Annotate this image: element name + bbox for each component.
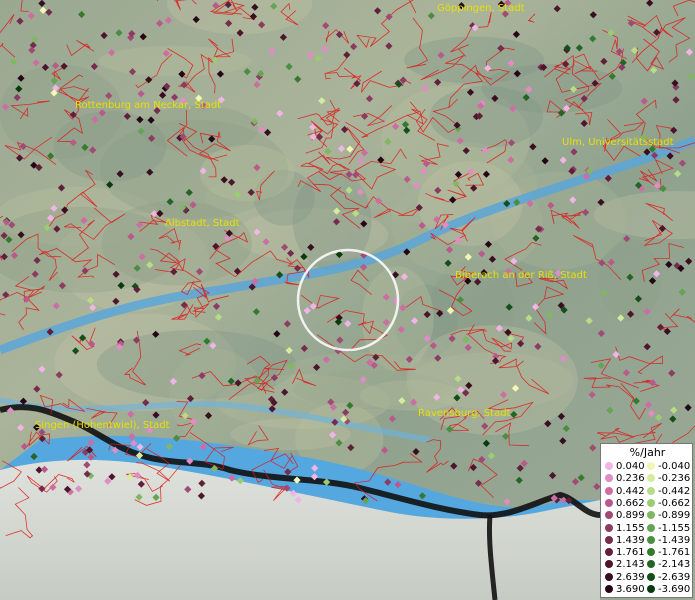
legend-swatch-negative xyxy=(647,462,655,470)
legend-row: 3.690 -3.690 xyxy=(601,584,694,595)
legend-swatch-negative xyxy=(647,572,655,581)
city-label-goeppingen: Göppingen, Stadt xyxy=(437,3,525,14)
legend-swatch-positive xyxy=(605,560,613,569)
legend-value-negative: -1.439 xyxy=(658,534,691,546)
legend-value-positive: 1.155 xyxy=(616,522,645,534)
legend-swatch-negative xyxy=(647,560,655,569)
legend-value-positive: 1.761 xyxy=(616,547,645,559)
legend-swatch-positive xyxy=(605,511,613,520)
legend-row: 0.442 -0.442 xyxy=(601,486,694,497)
legend-swatch-positive xyxy=(605,498,613,507)
city-label-ulm: Ulm, Universitätsstadt xyxy=(562,137,674,148)
legend-swatch-positive xyxy=(605,572,613,581)
legend-row: 1.761 -1.761 xyxy=(601,547,694,558)
legend-row: 0.040 -0.040 xyxy=(601,461,694,472)
legend-value-negative: -0.040 xyxy=(658,461,691,472)
legend-swatch-positive xyxy=(605,535,613,544)
legend-value-negative: -2.639 xyxy=(658,571,691,583)
legend-value-positive: 0.040 xyxy=(616,461,645,472)
legend-row: 1.155 -1.155 xyxy=(601,523,694,534)
legend-value-negative: -2.143 xyxy=(658,559,691,571)
legend-row: 2.639 -2.639 xyxy=(601,572,694,583)
legend-swatch-positive xyxy=(605,585,613,593)
legend-row: 0.236 -0.236 xyxy=(601,473,694,484)
legend-value-positive: 2.639 xyxy=(616,571,645,583)
legend-value-negative: -0.236 xyxy=(658,473,691,485)
legend-swatch-positive xyxy=(605,523,613,532)
legend-value-negative: -1.155 xyxy=(658,522,691,534)
legend-value-positive: 0.662 xyxy=(616,497,645,509)
legend-swatch-negative xyxy=(647,523,655,532)
legend-swatch-negative xyxy=(647,585,655,593)
legend-value-negative: -0.662 xyxy=(658,497,691,509)
legend-row: 0.899 -0.899 xyxy=(601,510,694,521)
legend-value-positive: 0.236 xyxy=(616,473,645,485)
legend-value-positive: 0.442 xyxy=(616,485,645,497)
legend-value-positive: 0.899 xyxy=(616,510,645,522)
legend: %/Jahr 0.040 -0.040 0.236 -0.236 0.442 -0.442… xyxy=(600,443,693,598)
legend-swatch-negative xyxy=(647,474,655,483)
legend-swatch-positive xyxy=(605,462,613,470)
map-canvas[interactable] xyxy=(0,0,695,600)
legend-value-positive: 3.690 xyxy=(616,584,645,595)
legend-value-positive: 1.439 xyxy=(616,534,645,546)
city-label-ravensburg: Ravensburg, Stadt xyxy=(418,408,511,419)
legend-value-negative: -1.761 xyxy=(658,547,691,559)
city-label-rottenburg: Rottenburg am Neckar, Stadt xyxy=(75,100,222,111)
city-label-biberach: Biberach an der Riß, Stadt xyxy=(455,270,587,281)
legend-swatch-negative xyxy=(647,548,655,557)
legend-row: 2.143 -2.143 xyxy=(601,559,694,570)
legend-row: 1.439 -1.439 xyxy=(601,535,694,546)
legend-value-negative: -0.899 xyxy=(658,510,691,522)
city-label-singen: Singen (Hohentwiel), Stadt xyxy=(35,420,170,431)
legend-swatch-negative xyxy=(647,511,655,520)
legend-swatch-positive xyxy=(605,548,613,557)
legend-value-negative: -0.442 xyxy=(658,485,691,497)
legend-swatch-negative xyxy=(647,535,655,544)
legend-title: %/Jahr xyxy=(629,446,666,459)
city-label-albstadt: Albstadt, Stadt xyxy=(165,218,240,229)
legend-swatch-negative xyxy=(647,498,655,507)
legend-swatch-positive xyxy=(605,474,613,483)
legend-swatch-negative xyxy=(647,486,655,495)
legend-row: 0.662 -0.662 xyxy=(601,498,694,509)
legend-swatch-positive xyxy=(605,486,613,495)
legend-value-negative: -3.690 xyxy=(658,584,691,595)
legend-value-positive: 2.143 xyxy=(616,559,645,571)
